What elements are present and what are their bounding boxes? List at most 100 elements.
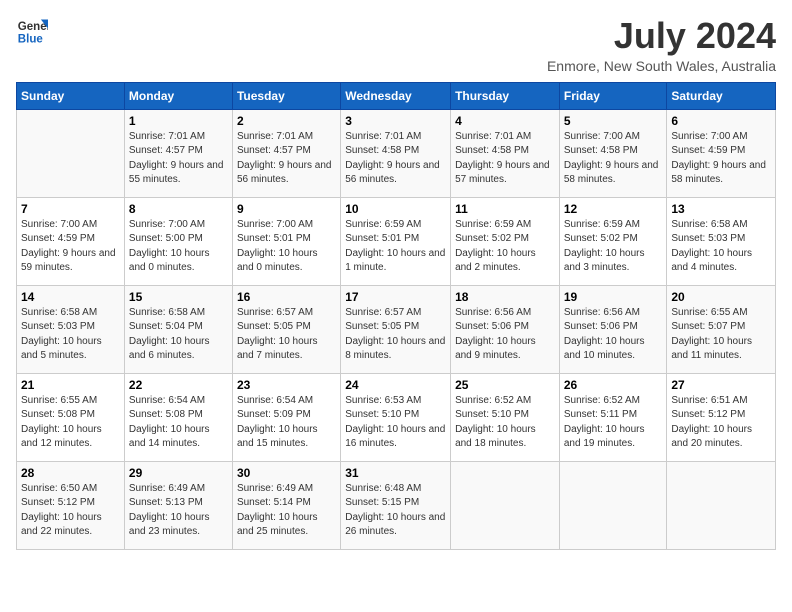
- calendar-cell: 12 Sunrise: 6:59 AMSunset: 5:02 PMDayligh…: [559, 197, 667, 285]
- day-number: 27: [671, 378, 771, 392]
- calendar-cell: 27Sunrise: 6:51 AMSunset: 5:12 PMDayligh…: [667, 373, 776, 461]
- calendar-cell: 19 Sunrise: 6:56 AMSunset: 5:06 PMDayligh…: [559, 285, 667, 373]
- logo: General Blue: [16, 16, 48, 48]
- calendar-cell: 22 Sunrise: 6:54 AMSunset: 5:08 PMDayligh…: [124, 373, 232, 461]
- day-info: Sunrise: 6:49 AMSunset: 5:13 PMDaylight:…: [129, 482, 228, 540]
- day-number: 1: [129, 114, 228, 128]
- day-number: 7: [21, 202, 120, 216]
- day-info: Sunrise: 6:59 AMSunset: 5:02 PMDaylight:…: [564, 218, 663, 276]
- day-info: Sunrise: 6:48 AMSunset: 5:15 PMDaylight:…: [345, 482, 446, 540]
- day-info: Sunrise: 6:57 AMSunset: 5:05 PMDaylight:…: [237, 306, 336, 364]
- calendar-cell: 13 Sunrise: 6:58 AMSunset: 5:03 PMDayligh…: [667, 197, 776, 285]
- day-info: Sunrise: 7:00 AMSunset: 4:58 PMDaylight:…: [564, 130, 663, 188]
- day-number: 13: [671, 202, 771, 216]
- day-number: 25: [455, 378, 555, 392]
- calendar-cell: 23Sunrise: 6:54 AMSunset: 5:09 PMDayligh…: [232, 373, 340, 461]
- day-number: 9: [237, 202, 336, 216]
- col-header-monday: Monday: [124, 82, 232, 109]
- month-year-title: July 2024: [547, 16, 776, 56]
- day-info: Sunrise: 6:58 AMSunset: 5:03 PMDaylight:…: [671, 218, 771, 276]
- calendar-cell: [667, 461, 776, 549]
- svg-text:Blue: Blue: [18, 34, 44, 46]
- calendar-week-1: 1 Sunrise: 7:01 AMSunset: 4:57 PMDaylight…: [17, 109, 776, 197]
- day-number: 20: [671, 290, 771, 304]
- day-number: 2: [237, 114, 336, 128]
- calendar-cell: 26Sunrise: 6:52 AMSunset: 5:11 PMDayligh…: [559, 373, 667, 461]
- calendar-cell: 6Sunrise: 7:00 AMSunset: 4:59 PMDaylight…: [667, 109, 776, 197]
- day-info: Sunrise: 7:01 AMSunset: 4:57 PMDaylight:…: [237, 130, 336, 188]
- calendar-cell: 2 Sunrise: 7:01 AMSunset: 4:57 PMDaylight…: [232, 109, 340, 197]
- calendar-cell: 3 Sunrise: 7:01 AMSunset: 4:58 PMDaylight…: [341, 109, 451, 197]
- calendar-cell: 31Sunrise: 6:48 AMSunset: 5:15 PMDayligh…: [341, 461, 451, 549]
- col-header-tuesday: Tuesday: [232, 82, 340, 109]
- calendar-cell: 14 Sunrise: 6:58 AMSunset: 5:03 PMDayligh…: [17, 285, 125, 373]
- col-header-wednesday: Wednesday: [341, 82, 451, 109]
- calendar-week-2: 7 Sunrise: 7:00 AMSunset: 4:59 PMDaylight…: [17, 197, 776, 285]
- day-number: 24: [345, 378, 446, 392]
- logo-icon: General Blue: [16, 16, 48, 48]
- calendar-cell: 16Sunrise: 6:57 AMSunset: 5:05 PMDayligh…: [232, 285, 340, 373]
- day-number: 18: [455, 290, 555, 304]
- calendar-cell: 15 Sunrise: 6:58 AMSunset: 5:04 PMDayligh…: [124, 285, 232, 373]
- day-number: 10: [345, 202, 446, 216]
- day-info: Sunrise: 6:50 AMSunset: 5:12 PMDaylight:…: [21, 482, 120, 540]
- col-header-thursday: Thursday: [451, 82, 560, 109]
- day-info: Sunrise: 7:00 AMSunset: 4:59 PMDaylight:…: [671, 130, 771, 188]
- col-header-sunday: Sunday: [17, 82, 125, 109]
- location-subtitle: Enmore, New South Wales, Australia: [547, 58, 776, 74]
- calendar-cell: 29 Sunrise: 6:49 AMSunset: 5:13 PMDayligh…: [124, 461, 232, 549]
- calendar-cell: [559, 461, 667, 549]
- day-number: 12: [564, 202, 663, 216]
- calendar-cell: 30 Sunrise: 6:49 AMSunset: 5:14 PMDayligh…: [232, 461, 340, 549]
- day-info: Sunrise: 6:52 AMSunset: 5:10 PMDaylight:…: [455, 394, 555, 452]
- calendar-cell: 24 Sunrise: 6:53 AMSunset: 5:10 PMDayligh…: [341, 373, 451, 461]
- calendar-week-3: 14 Sunrise: 6:58 AMSunset: 5:03 PMDayligh…: [17, 285, 776, 373]
- day-number: 30: [237, 466, 336, 480]
- day-number: 29: [129, 466, 228, 480]
- day-info: Sunrise: 6:56 AMSunset: 5:06 PMDaylight:…: [564, 306, 663, 364]
- day-info: Sunrise: 6:58 AMSunset: 5:04 PMDaylight:…: [129, 306, 228, 364]
- day-info: Sunrise: 6:54 AMSunset: 5:09 PMDaylight:…: [237, 394, 336, 452]
- day-info: Sunrise: 6:59 AMSunset: 5:01 PMDaylight:…: [345, 218, 446, 276]
- calendar-week-4: 21Sunrise: 6:55 AMSunset: 5:08 PMDayligh…: [17, 373, 776, 461]
- day-number: 3: [345, 114, 446, 128]
- day-number: 14: [21, 290, 120, 304]
- day-info: Sunrise: 7:01 AMSunset: 4:58 PMDaylight:…: [345, 130, 446, 188]
- day-number: 4: [455, 114, 555, 128]
- calendar-cell: 25 Sunrise: 6:52 AMSunset: 5:10 PMDayligh…: [451, 373, 560, 461]
- calendar-cell: [451, 461, 560, 549]
- calendar-cell: 28Sunrise: 6:50 AMSunset: 5:12 PMDayligh…: [17, 461, 125, 549]
- title-block: July 2024 Enmore, New South Wales, Austr…: [547, 16, 776, 74]
- day-info: Sunrise: 6:55 AMSunset: 5:08 PMDaylight:…: [21, 394, 120, 452]
- day-info: Sunrise: 6:55 AMSunset: 5:07 PMDaylight:…: [671, 306, 771, 364]
- day-number: 22: [129, 378, 228, 392]
- page-header: General Blue July 2024 Enmore, New South…: [16, 16, 776, 74]
- day-number: 15: [129, 290, 228, 304]
- calendar-week-5: 28Sunrise: 6:50 AMSunset: 5:12 PMDayligh…: [17, 461, 776, 549]
- day-info: Sunrise: 6:58 AMSunset: 5:03 PMDaylight:…: [21, 306, 120, 364]
- calendar-table: SundayMondayTuesdayWednesdayThursdayFrid…: [16, 82, 776, 550]
- calendar-cell: 18Sunrise: 6:56 AMSunset: 5:06 PMDayligh…: [451, 285, 560, 373]
- day-info: Sunrise: 6:53 AMSunset: 5:10 PMDaylight:…: [345, 394, 446, 452]
- calendar-cell: 5 Sunrise: 7:00 AMSunset: 4:58 PMDaylight…: [559, 109, 667, 197]
- day-info: Sunrise: 6:54 AMSunset: 5:08 PMDaylight:…: [129, 394, 228, 452]
- calendar-cell: 21Sunrise: 6:55 AMSunset: 5:08 PMDayligh…: [17, 373, 125, 461]
- calendar-cell: 17Sunrise: 6:57 AMSunset: 5:05 PMDayligh…: [341, 285, 451, 373]
- col-header-friday: Friday: [559, 82, 667, 109]
- day-number: 17: [345, 290, 446, 304]
- day-info: Sunrise: 7:00 AMSunset: 5:00 PMDaylight:…: [129, 218, 228, 276]
- calendar-cell: 1Sunrise: 7:01 AMSunset: 4:57 PMDaylight…: [124, 109, 232, 197]
- day-info: Sunrise: 6:52 AMSunset: 5:11 PMDaylight:…: [564, 394, 663, 452]
- calendar-cell: 11Sunrise: 6:59 AMSunset: 5:02 PMDayligh…: [451, 197, 560, 285]
- svg-text:General: General: [18, 21, 48, 33]
- day-info: Sunrise: 6:59 AMSunset: 5:02 PMDaylight:…: [455, 218, 555, 276]
- col-header-saturday: Saturday: [667, 82, 776, 109]
- day-number: 19: [564, 290, 663, 304]
- calendar-header-row: SundayMondayTuesdayWednesdayThursdayFrid…: [17, 82, 776, 109]
- day-info: Sunrise: 7:01 AMSunset: 4:58 PMDaylight:…: [455, 130, 555, 188]
- day-info: Sunrise: 7:00 AMSunset: 4:59 PMDaylight:…: [21, 218, 120, 276]
- calendar-cell: [17, 109, 125, 197]
- day-number: 8: [129, 202, 228, 216]
- day-info: Sunrise: 6:49 AMSunset: 5:14 PMDaylight:…: [237, 482, 336, 540]
- day-number: 5: [564, 114, 663, 128]
